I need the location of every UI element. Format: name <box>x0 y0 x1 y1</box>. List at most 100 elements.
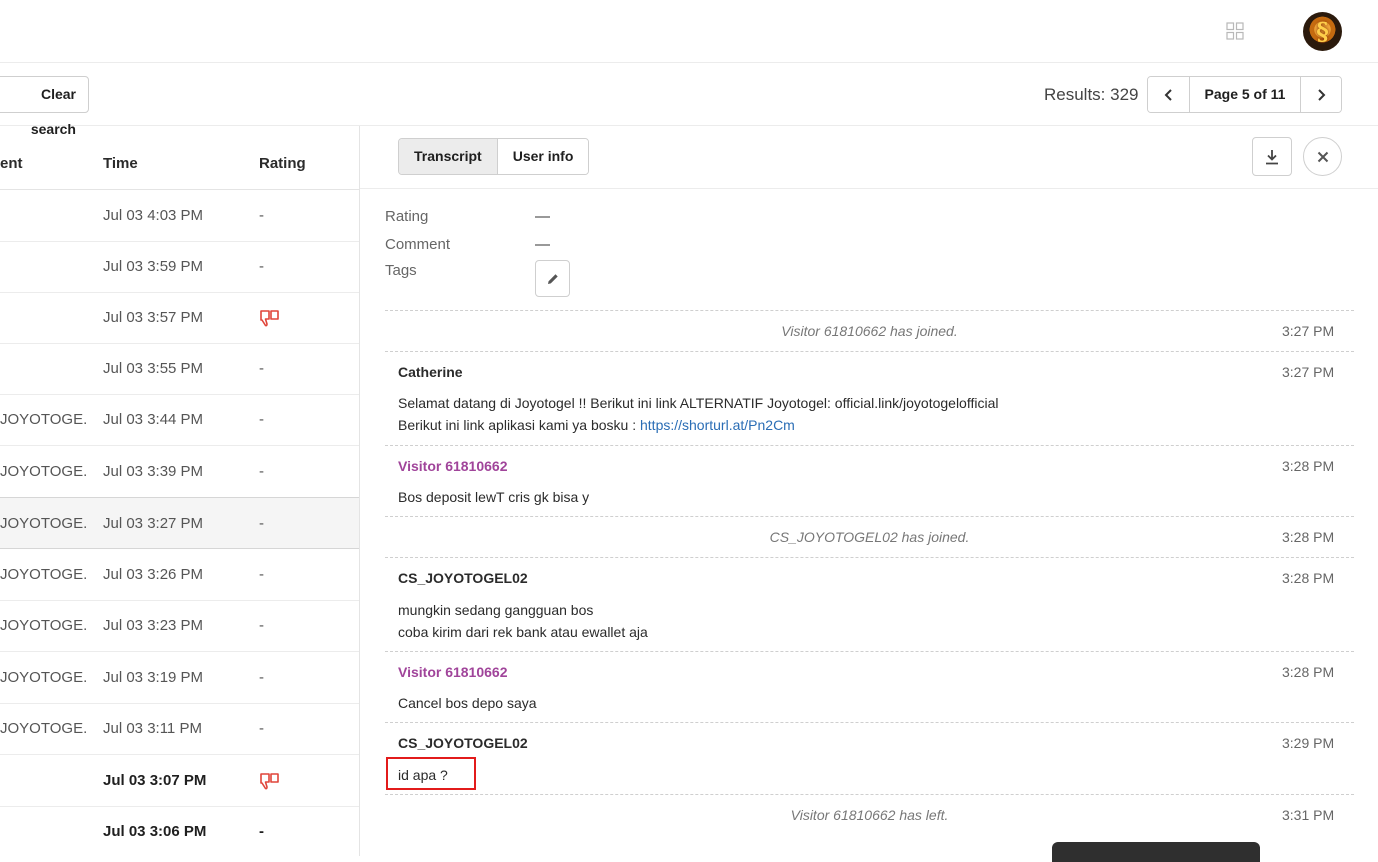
row-rating: - <box>259 515 264 532</box>
download-icon <box>1266 149 1278 164</box>
table-row-unread[interactable]: Jul 03 3:06 PM - <box>0 806 359 856</box>
highlight-box <box>386 757 476 790</box>
table-row[interactable]: JOYOTOGE... Jul 03 3:23 PM - <box>0 600 359 652</box>
next-page-button[interactable] <box>1300 77 1341 112</box>
message-link[interactable]: https://shorturl.at/Pn2Cm <box>640 417 795 433</box>
comment-value: — <box>535 236 550 253</box>
row-time: Jul 03 3:44 PM <box>103 411 204 428</box>
chat-detail-panel: Transcript User info Rating — Comment — … <box>360 126 1378 856</box>
table-row[interactable]: JOYOTOGE... Jul 03 3:39 PM - <box>0 446 359 498</box>
transcript-divider <box>385 445 1354 446</box>
message-timestamp: 3:27 PM <box>1282 323 1335 339</box>
message-author: CS_JOYOTOGEL02 <box>398 570 528 586</box>
message-text: coba kirim dari rek bank atau ewallet aj… <box>398 624 648 640</box>
apps-grid-icon[interactable] <box>1226 22 1244 40</box>
row-time: Jul 03 3:07 PM <box>103 772 207 789</box>
message-author-visitor: Visitor 61810662 <box>398 664 508 680</box>
row-time: Jul 03 3:57 PM <box>103 309 204 326</box>
row-time: Jul 03 3:39 PM <box>103 463 204 480</box>
message-author-visitor: Visitor 61810662 <box>398 458 508 474</box>
thumbs-down-icon <box>260 310 279 327</box>
transcript-divider <box>385 516 1354 517</box>
row-rating: - <box>259 463 264 480</box>
chat-list: ent Time Rating Jul 03 4:03 PM - Jul 03 … <box>0 126 360 856</box>
message-timestamp: 3:28 PM <box>1282 529 1335 545</box>
chevron-right-icon <box>1318 88 1326 101</box>
previous-page-button[interactable] <box>1148 77 1189 112</box>
transcript-divider <box>385 794 1354 795</box>
avatar-logo-glyph: § <box>1316 17 1329 46</box>
row-rating: - <box>259 207 264 224</box>
row-time: Jul 03 3:59 PM <box>103 258 204 275</box>
row-rating: - <box>259 411 264 428</box>
transcript-divider <box>385 351 1354 352</box>
message-text: Berikut ini link aplikasi kami ya bosku … <box>398 414 795 436</box>
message-author: CS_JOYOTOGEL02 <box>398 735 528 751</box>
column-header-agent[interactable]: ent <box>0 155 23 172</box>
transcript-divider <box>385 310 1354 311</box>
divider <box>360 188 1378 189</box>
table-row[interactable]: Jul 03 3:59 PM - <box>0 241 359 293</box>
row-rating: - <box>259 258 264 275</box>
row-time: Jul 03 4:03 PM <box>103 207 204 224</box>
download-button[interactable] <box>1252 137 1292 176</box>
table-row[interactable]: JOYOTOGE... Jul 03 3:26 PM - <box>0 549 359 601</box>
table-row-unread[interactable]: Jul 03 3:07 PM <box>0 755 359 807</box>
table-row[interactable]: Jul 03 3:57 PM <box>0 292 359 344</box>
row-rating: - <box>259 823 264 840</box>
row-time: Jul 03 3:19 PM <box>103 669 204 686</box>
table-row[interactable]: Jul 03 4:03 PM - <box>0 190 359 242</box>
message-text: Selamat datang di Joyotogel !! Berikut i… <box>398 395 999 411</box>
tooltip <box>1052 842 1260 862</box>
row-agent: JOYOTOGE... <box>0 463 88 480</box>
row-agent: JOYOTOGE... <box>0 669 88 686</box>
row-rating: - <box>259 720 264 737</box>
row-time: Jul 03 3:06 PM <box>103 823 207 840</box>
edit-tags-button[interactable] <box>535 260 570 297</box>
row-rating: - <box>259 669 264 686</box>
pencil-icon <box>547 273 558 284</box>
row-agent: JOYOTOGE... <box>0 720 88 737</box>
avatar[interactable]: § <box>1303 12 1342 51</box>
table-row[interactable]: JOYOTOGE... Jul 03 3:11 PM - <box>0 703 359 755</box>
table-row[interactable]: JOYOTOGE... Jul 03 3:19 PM - <box>0 652 359 704</box>
message-timestamp: 3:29 PM <box>1282 735 1335 751</box>
close-icon <box>1317 151 1328 162</box>
row-agent: JOYOTOGE... <box>0 617 88 634</box>
row-rating: - <box>259 360 264 377</box>
message-timestamp: 3:31 PM <box>1282 807 1335 823</box>
message-timestamp: 3:28 PM <box>1282 664 1335 680</box>
tab-user-info[interactable]: User info <box>497 139 589 174</box>
row-time: Jul 03 3:23 PM <box>103 617 204 634</box>
system-message: Visitor 61810662 has joined. <box>781 323 958 339</box>
transcript-divider <box>385 722 1354 723</box>
row-time: Jul 03 3:11 PM <box>103 720 202 737</box>
results-count: Results: 329 <box>1044 85 1139 104</box>
detail-tabs: Transcript User info <box>398 138 590 175</box>
message-timestamp: 3:28 PM <box>1282 570 1335 586</box>
table-row[interactable]: Jul 03 3:55 PM - <box>0 343 359 395</box>
row-rating: - <box>259 617 264 634</box>
close-button[interactable] <box>1303 137 1342 176</box>
transcript-divider <box>385 557 1354 558</box>
row-time: Jul 03 3:26 PM <box>103 566 204 583</box>
row-agent: JOYOTOGE... <box>0 566 88 583</box>
row-time: Jul 03 3:55 PM <box>103 360 204 377</box>
search-toolbar: Clear search Results: 329 Page 5 of 11 <box>0 63 1378 137</box>
table-row-selected[interactable]: JOYOTOGE... Jul 03 3:27 PM - <box>0 497 359 549</box>
message-timestamp: 3:28 PM <box>1282 458 1335 474</box>
row-time: Jul 03 3:27 PM <box>103 515 204 532</box>
column-header-rating[interactable]: Rating <box>259 155 306 172</box>
chat-list-header: ent Time Rating <box>0 126 359 190</box>
column-header-time[interactable]: Time <box>103 155 138 172</box>
message-text: Cancel bos depo saya <box>398 695 537 711</box>
row-agent: JOYOTOGE... <box>0 515 88 532</box>
table-row[interactable]: JOYOTOGE... Jul 03 3:44 PM - <box>0 394 359 446</box>
message-text: Bos deposit lewT cris gk bisa y <box>398 489 590 505</box>
tab-transcript[interactable]: Transcript <box>399 139 498 174</box>
message-author: Catherine <box>398 364 463 380</box>
clear-search-button[interactable]: Clear search <box>0 76 89 137</box>
tags-label: Tags <box>385 262 417 279</box>
rating-label: Rating <box>385 208 429 225</box>
rating-value: — <box>535 208 550 225</box>
